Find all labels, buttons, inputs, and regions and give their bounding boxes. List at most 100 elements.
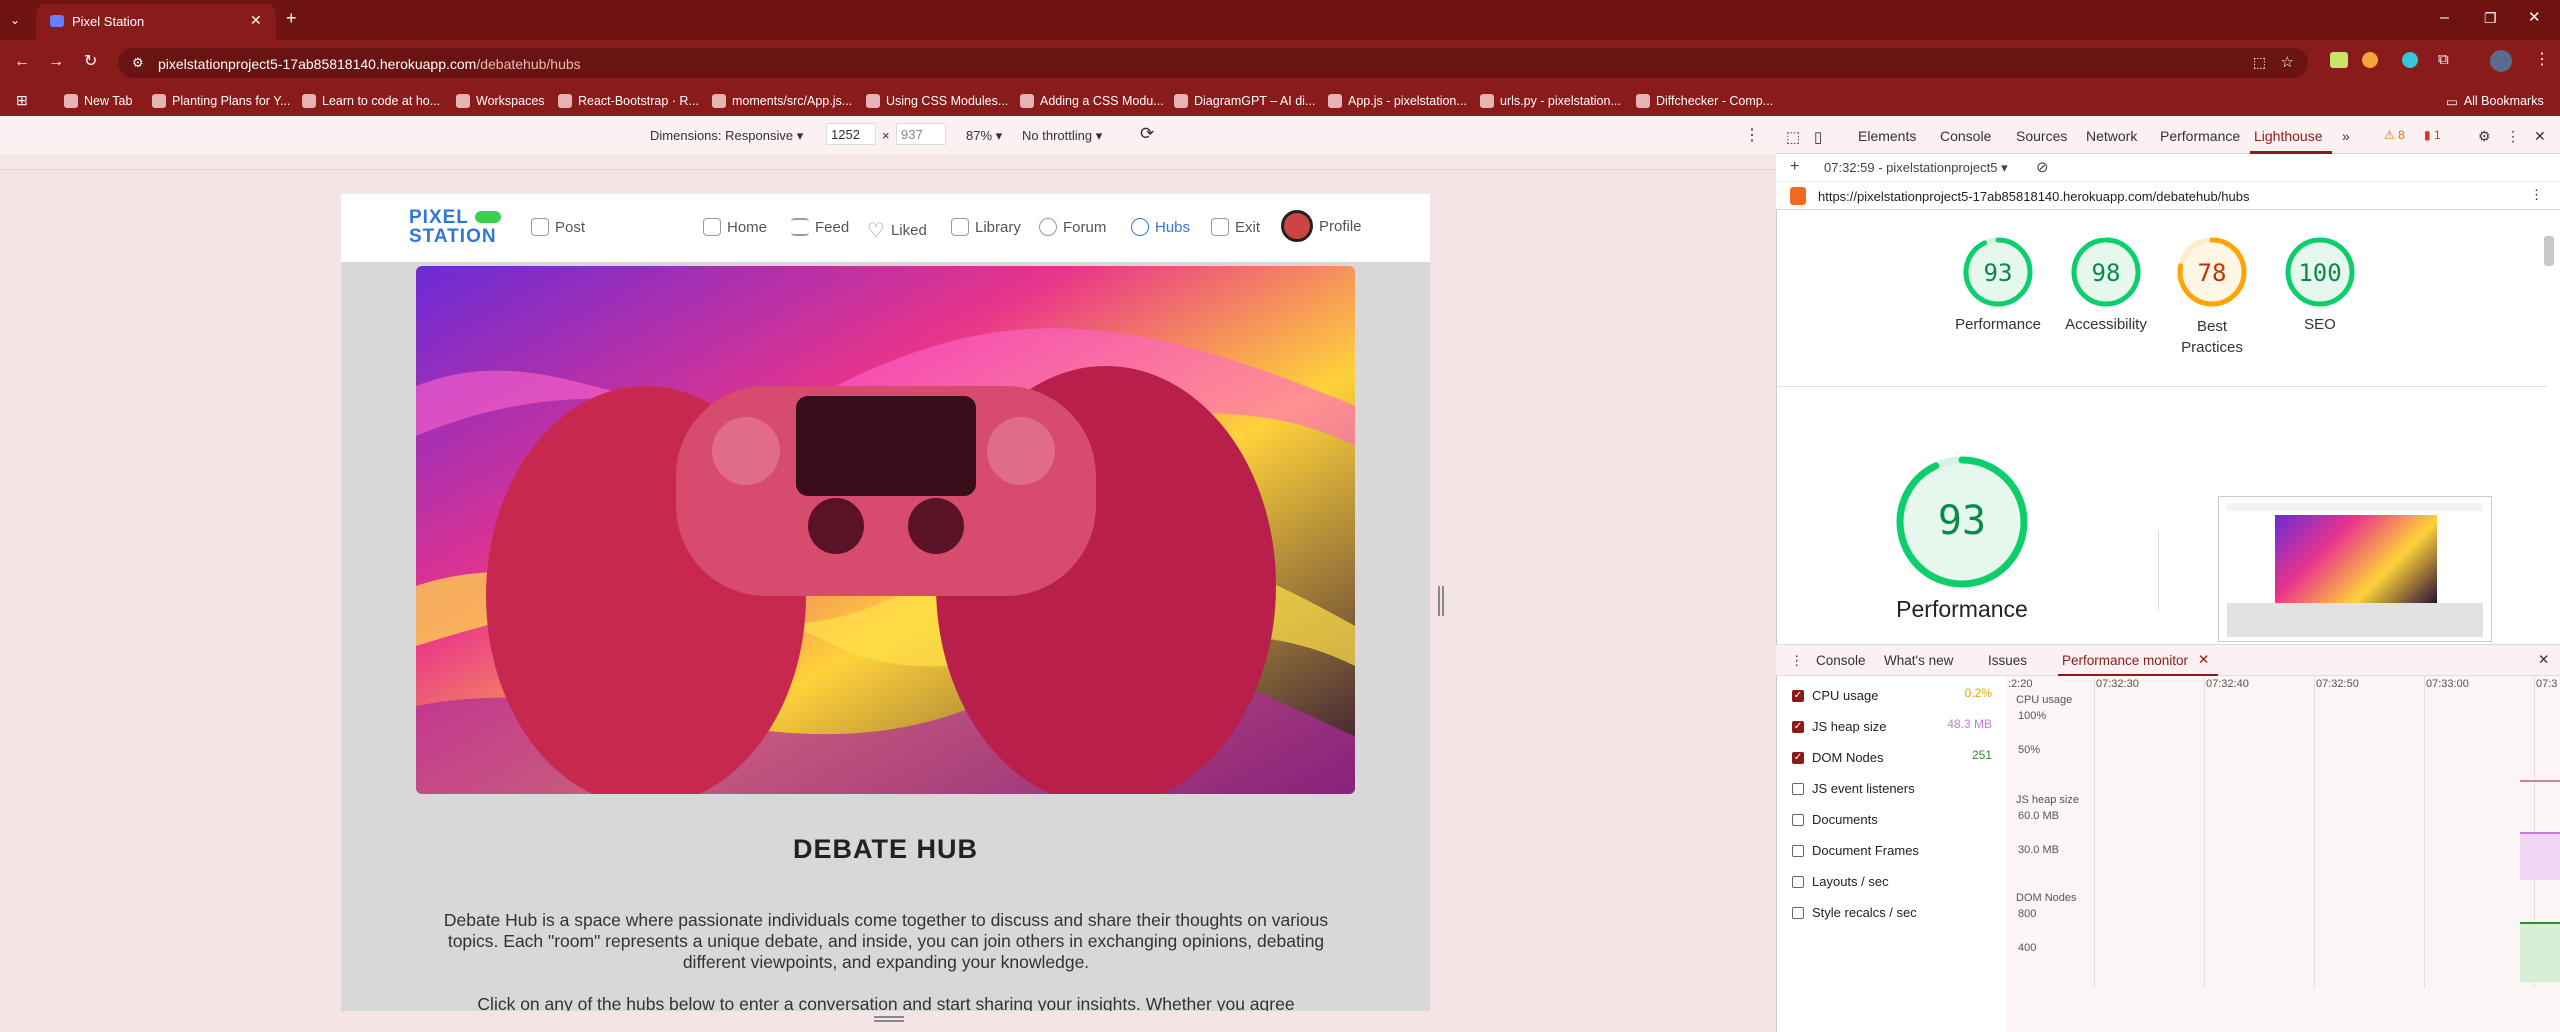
zoom-select[interactable]: 87% ▾	[966, 128, 1002, 144]
close-tab-icon[interactable]: ✕	[250, 12, 262, 29]
tab-elements[interactable]: Elements	[1858, 128, 1916, 144]
new-tab-icon[interactable]: +	[286, 9, 297, 27]
minimize-icon[interactable]: –	[2440, 10, 2449, 26]
bookmark-item[interactable]: App.js - pixelstation...	[1328, 92, 1467, 110]
install-app-icon[interactable]: ⬚	[2253, 54, 2266, 71]
score-best-practices[interactable]: 78 Best Practices	[2176, 236, 2248, 358]
resize-handle-bottom[interactable]	[874, 1016, 904, 1022]
bookmark-item[interactable]: Adding a CSS Modu...	[1020, 92, 1164, 110]
more-options-icon[interactable]: ⋮	[1744, 125, 1760, 145]
new-report-icon[interactable]: +	[1790, 158, 1799, 176]
drawer-tab-whats-new[interactable]: What's new	[1884, 653, 1953, 668]
score-performance[interactable]: 93 Performance	[1946, 236, 2050, 333]
throttling-select[interactable]: No throttling ▾	[1022, 128, 1102, 144]
bookmark-item[interactable]: moments/src/App.js...	[712, 92, 852, 110]
nav-liked[interactable]: ♡ Liked	[867, 218, 927, 243]
apps-grid-icon[interactable]: ⊞	[16, 92, 28, 108]
nav-exit[interactable]: Exit	[1211, 218, 1260, 236]
nav-forum[interactable]: Forum	[1039, 218, 1106, 236]
bookmark-item[interactable]: Diffchecker - Comp...	[1636, 92, 1773, 110]
checkbox[interactable]	[1792, 813, 1804, 826]
settings-gear-icon[interactable]: ⚙	[2478, 128, 2491, 145]
monitor-cpu[interactable]: ✓ CPU usage	[1792, 688, 1878, 703]
tab-console[interactable]: Console	[1940, 128, 1991, 144]
bookmark-item[interactable]: React-Bootstrap · R...	[558, 92, 699, 110]
nav-post[interactable]: Post	[531, 218, 585, 236]
monitor-document-frames[interactable]: Document Frames	[1792, 843, 1919, 858]
checkbox[interactable]	[1792, 782, 1804, 795]
monitor-documents[interactable]: Documents	[1792, 812, 1878, 827]
checkbox[interactable]: ✓	[1792, 751, 1804, 764]
back-icon[interactable]: ←	[14, 54, 30, 70]
checkbox[interactable]	[1792, 875, 1804, 888]
tab-lighthouse[interactable]: Lighthouse	[2254, 128, 2323, 144]
close-devtools-icon[interactable]: ✕	[2534, 128, 2546, 145]
bookmark-item[interactable]: Workspaces	[456, 92, 545, 110]
bookmark-item[interactable]: Planting Plans for Y...	[152, 92, 290, 110]
dimensions-select[interactable]: Dimensions: Responsive ▾	[650, 128, 803, 144]
extension-icon[interactable]	[2402, 52, 2418, 68]
close-window-icon[interactable]: ✕	[2528, 10, 2541, 26]
drawer-tab-issues[interactable]: Issues	[1988, 653, 2027, 668]
device-mode-icon[interactable]: ▯	[1814, 128, 1822, 146]
bookmark-item[interactable]: urls.py - pixelstation...	[1480, 92, 1621, 110]
monitor-js-heap[interactable]: ✓ JS heap size	[1792, 719, 1886, 734]
address-bar[interactable]: ⚙ pixelstationproject5-17ab85818140.hero…	[118, 48, 2308, 78]
extensions-puzzle-icon[interactable]: ⧉	[2438, 52, 2449, 68]
score-seo[interactable]: 100 SEO	[2268, 236, 2372, 333]
warnings-count[interactable]: ⚠ 8	[2384, 128, 2405, 142]
chrome-menu-icon[interactable]: ⋮	[2534, 52, 2550, 68]
errors-count[interactable]: ▮ 1	[2424, 128, 2441, 142]
site-logo[interactable]: PIXEL STATION	[409, 208, 501, 246]
monitor-dom-nodes[interactable]: ✓ DOM Nodes	[1792, 750, 1884, 765]
checkbox[interactable]: ✓	[1792, 720, 1804, 733]
checkbox[interactable]	[1792, 844, 1804, 857]
page-screenshot-thumbnail[interactable]	[2218, 496, 2492, 642]
rotate-icon[interactable]: ⟳	[1140, 124, 1154, 144]
nav-hubs[interactable]: Hubs	[1131, 218, 1190, 236]
checkbox[interactable]	[1792, 906, 1804, 919]
tab-network[interactable]: Network	[2086, 128, 2137, 144]
report-select[interactable]: 07:32:59 - pixelstationproject5 ▾	[1824, 160, 2008, 176]
inspect-icon[interactable]: ⬚	[1786, 128, 1800, 146]
monitor-event-listeners[interactable]: JS event listeners	[1792, 781, 1915, 796]
resize-handle-right[interactable]	[1438, 586, 1444, 616]
nav-library[interactable]: Library	[951, 218, 1021, 236]
checkbox[interactable]: ✓	[1792, 689, 1804, 702]
reload-icon[interactable]: ↻	[84, 54, 97, 70]
site-info-icon[interactable]: ⚙	[132, 55, 144, 71]
nav-home[interactable]: Home	[703, 218, 767, 236]
monitor-style-recalcs[interactable]: Style recalcs / sec	[1792, 905, 1917, 920]
tab-sources[interactable]: Sources	[2016, 128, 2067, 144]
scrollbar-thumb[interactable]	[2544, 236, 2554, 266]
width-input[interactable]: 1252	[826, 123, 876, 145]
drawer-menu-icon[interactable]: ⋮	[1790, 653, 1804, 669]
close-drawer-icon[interactable]: ✕	[2538, 652, 2549, 668]
forward-icon[interactable]: →	[48, 54, 64, 70]
extension-icon[interactable]	[2330, 52, 2348, 68]
bookmark-item[interactable]: Using CSS Modules...	[866, 92, 1008, 110]
tab-search-icon[interactable]: ⌄	[10, 12, 20, 28]
all-bookmarks[interactable]: ▭ All Bookmarks	[2446, 92, 2544, 110]
bookmark-item[interactable]: DiagramGPT – AI di...	[1174, 92, 1315, 110]
close-drawer-tab-icon[interactable]: ✕	[2198, 652, 2209, 668]
profile-avatar[interactable]	[2490, 50, 2512, 72]
bookmark-item[interactable]: New Tab	[64, 92, 132, 110]
nav-profile[interactable]: Profile	[1281, 210, 1362, 242]
drawer-tab-console[interactable]: Console	[1816, 653, 1866, 668]
browser-tab[interactable]: Pixel Station ✕	[36, 4, 276, 40]
more-menu-icon[interactable]: ⋮	[2506, 128, 2520, 145]
more-tabs-icon[interactable]: »	[2342, 128, 2350, 144]
report-menu-icon[interactable]: ⋮	[2530, 187, 2543, 203]
nav-feed[interactable]: Feed	[791, 218, 849, 236]
score-accessibility[interactable]: 98 Accessibility	[2054, 236, 2158, 333]
restore-icon[interactable]: ❐	[2484, 10, 2497, 26]
tab-performance[interactable]: Performance	[2160, 128, 2240, 144]
monitor-layouts[interactable]: Layouts / sec	[1792, 874, 1889, 889]
height-input[interactable]: 937	[896, 123, 946, 145]
extension-icon[interactable]	[2362, 52, 2378, 68]
bookmark-item[interactable]: Learn to code at ho...	[302, 92, 440, 110]
drawer-tab-performance-monitor[interactable]: Performance monitor	[2062, 653, 2188, 668]
bookmark-star-icon[interactable]: ☆	[2281, 53, 2294, 71]
clear-icon[interactable]: ⊘	[2036, 158, 2049, 176]
